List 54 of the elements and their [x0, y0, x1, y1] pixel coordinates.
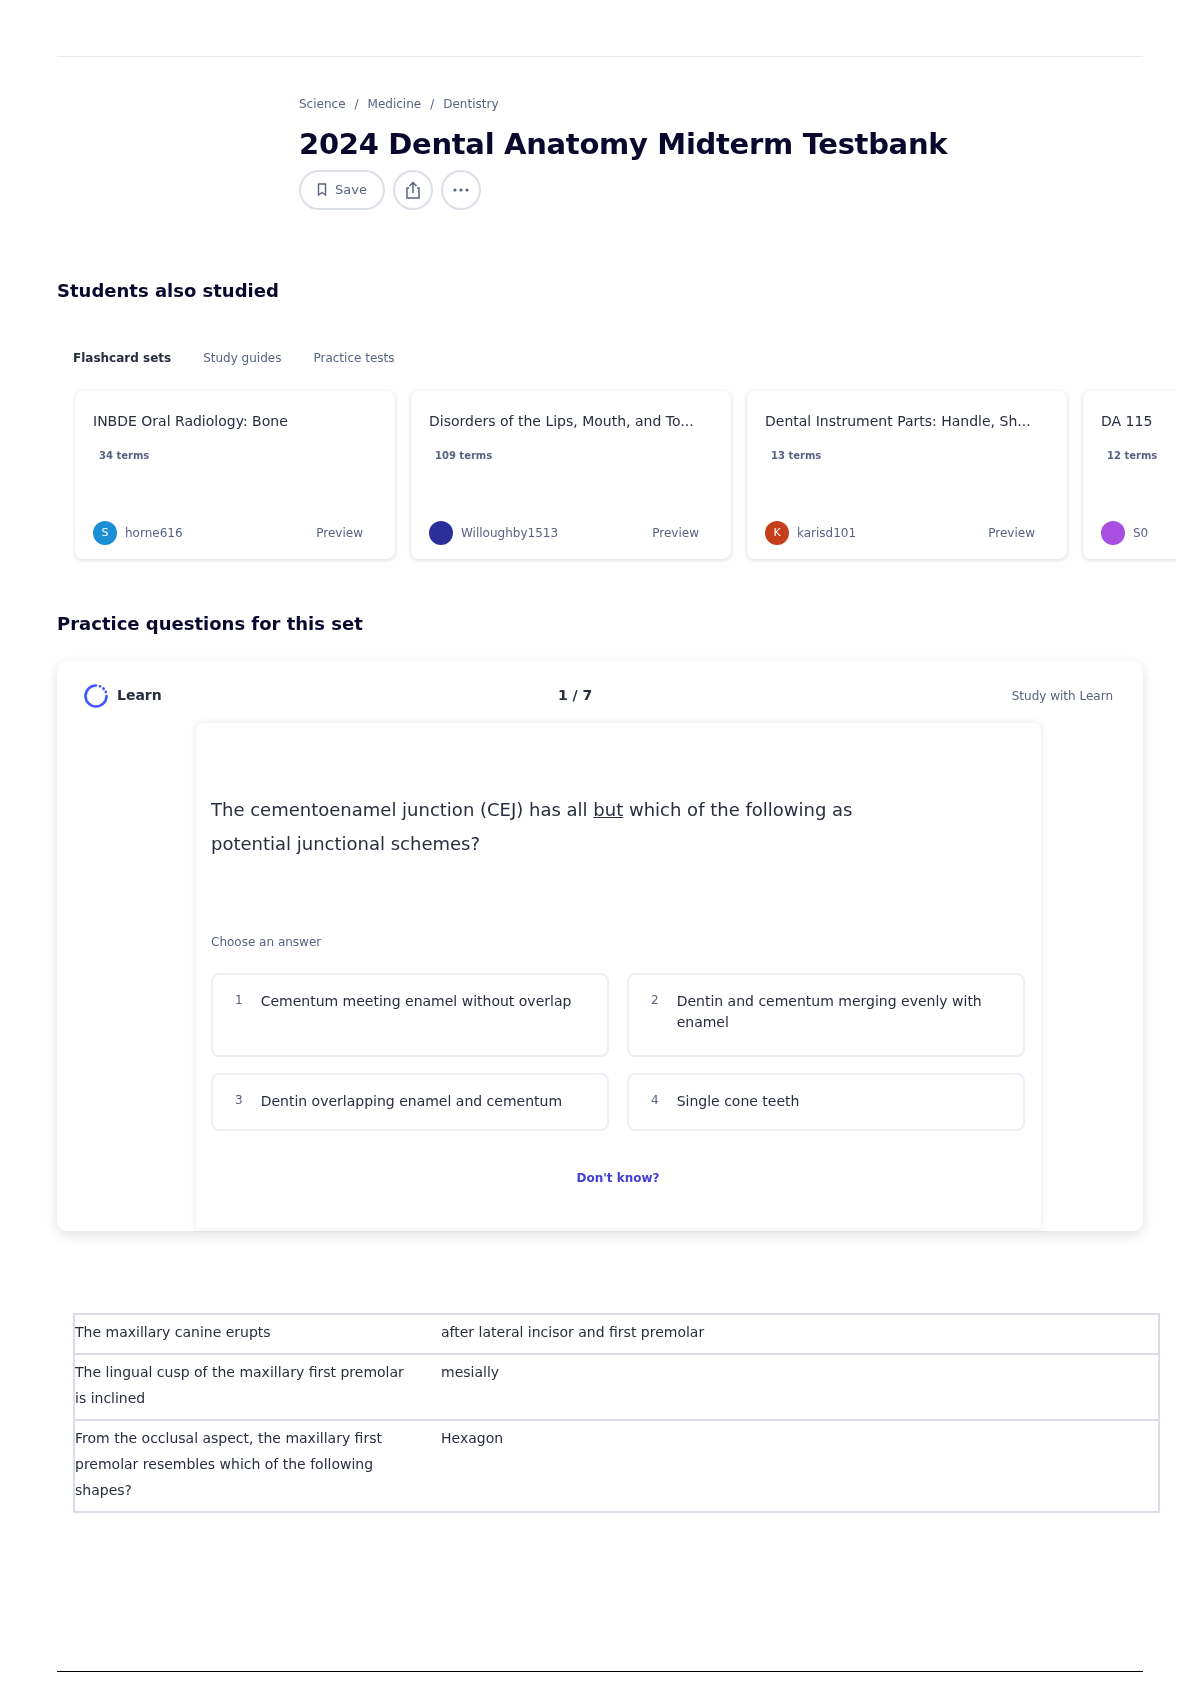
learn-label: Learn [117, 686, 162, 706]
breadcrumb-separator: / [430, 96, 435, 113]
share-button[interactable] [392, 169, 433, 210]
card-title: DA 115 [1101, 412, 1154, 432]
term-count: 34 terms [99, 449, 151, 464]
share-icon [404, 180, 421, 199]
table-cell: mesially [411, 1354, 1159, 1420]
tab[interactable]: Study guides [203, 349, 282, 368]
card-title: Dental Instrument Parts: Handle, Sh... [765, 412, 1032, 432]
learn-icon [83, 683, 109, 709]
study-set-card[interactable]: Dental Instrument Parts: Handle, Sh... 13 terms K karisd101 Preview [747, 391, 1067, 560]
study-set-card[interactable]: DA 115 12 terms S0 [1083, 391, 1176, 560]
term-count: 12 terms [1107, 449, 1159, 464]
section-heading: Students also studied [57, 279, 280, 302]
preview-button[interactable]: Preview [652, 524, 699, 543]
more-icon [452, 187, 469, 192]
breadcrumb-separator: / [354, 96, 359, 113]
table-cell: From the occlusal aspect, the maxillary first premolar resembles which of the following shapes? [74, 1420, 411, 1512]
breadcrumb-link[interactable]: Science [299, 95, 346, 113]
section-heading: Practice questions for this set [57, 613, 364, 635]
term-count: 109 terms [435, 449, 494, 464]
avatar-circle: S [93, 521, 117, 546]
username: horne616 [125, 525, 183, 543]
avatar-circle: K [765, 521, 789, 546]
card-title: INBDE Oral Radiology: Bone [93, 412, 289, 432]
answer-option[interactable]: 1 Cementum meeting enamel without overlap [211, 973, 609, 1057]
bookmark-icon [317, 183, 327, 197]
username: karisd101 [797, 525, 857, 543]
breadcrumb-link[interactable]: Medicine [367, 95, 422, 113]
question-text: The cementoenamel junction (CEJ) has all but which of the following as potential junctional schemes? [211, 798, 854, 856]
save-button[interactable]: Save [299, 169, 385, 210]
breadcrumb-link[interactable]: Dentistry [443, 95, 499, 113]
table-cell: The maxillary canine erupts [74, 1314, 411, 1354]
table-cell: Hexagon [411, 1420, 1159, 1512]
card-title: Disorders of the Lips, Mouth, and To... [429, 412, 695, 432]
preview-button[interactable]: Preview [988, 524, 1035, 543]
study-with-learn-link[interactable]: Study with Learn [1011, 687, 1113, 705]
answer-option[interactable]: 2 Dentin and cementum merging evenly with enamel [627, 973, 1025, 1057]
study-set-card[interactable]: Disorders of the Lips, Mouth, and To... 109 terms Willoughby1513 Preview [411, 391, 731, 560]
study-set-card[interactable]: INBDE Oral Radiology: Bone 34 terms S horne616 Preview [75, 391, 395, 560]
dont-know-link[interactable]: Don't know? [576, 1169, 660, 1187]
preview-button[interactable]: Preview [316, 524, 363, 543]
table-cell: The lingual cusp of the maxillary first premolar is inclined [74, 1354, 411, 1420]
tab[interactable]: Flashcard sets [73, 349, 172, 368]
answer-option[interactable]: 4 Single cone teeth [627, 1073, 1025, 1131]
progress-counter: 1 / 7 [558, 686, 593, 706]
term-count: 13 terms [771, 449, 823, 464]
username: Willoughby1513 [461, 525, 559, 543]
username: S0 [1133, 525, 1149, 543]
answer-prompt: Choose an answer [211, 934, 323, 951]
answer-option[interactable]: 3 Dentin overlapping enamel and cementum [211, 1073, 609, 1131]
tab[interactable]: Practice tests [313, 349, 395, 368]
table-cell: after lateral incisor and first premolar [411, 1314, 1159, 1354]
page-title: 2024 Dental Anatomy Midterm Testbank [299, 127, 949, 162]
